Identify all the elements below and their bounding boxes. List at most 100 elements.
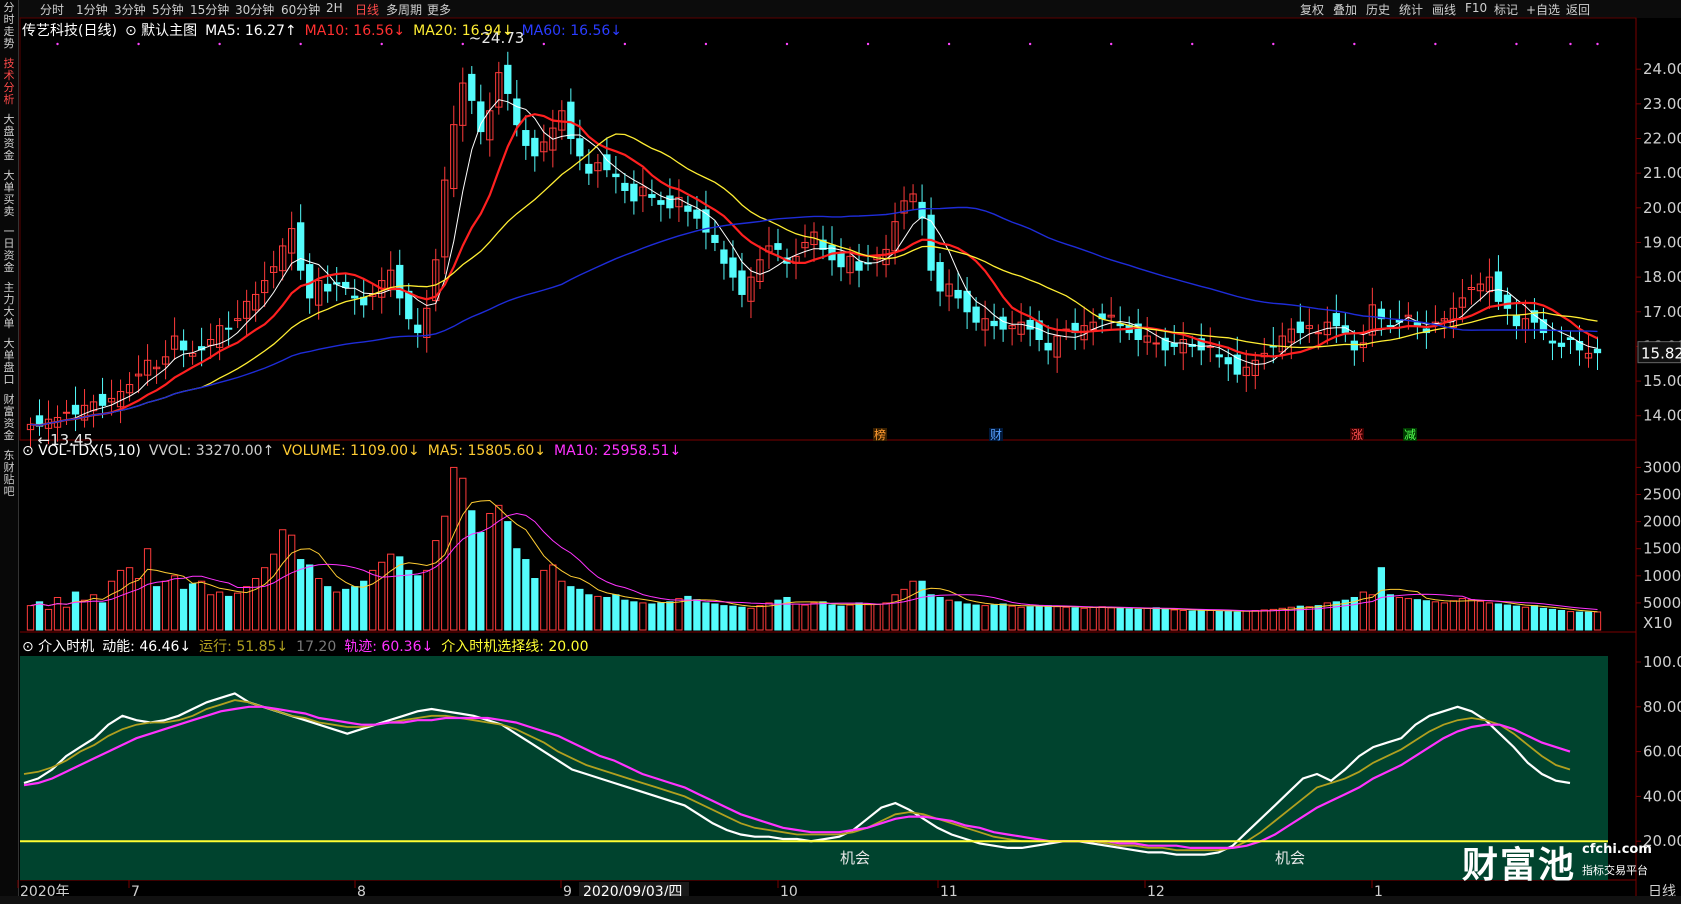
candle — [630, 183, 638, 202]
candle — [693, 209, 701, 219]
volume-bar — [1494, 603, 1503, 631]
ma-legend-item: MA5: 16.27↑ — [205, 23, 297, 39]
signal-dot — [1515, 42, 1518, 46]
candle — [990, 320, 998, 327]
volume-bar — [1557, 609, 1566, 631]
volume-bar — [333, 591, 341, 631]
ma-legend-item: MA20: 16.94↓ — [413, 23, 514, 39]
volume-bar — [342, 588, 350, 631]
volume-bar — [594, 595, 602, 631]
volume-bar — [369, 569, 377, 631]
volume-bar — [531, 578, 539, 631]
volume-bar — [1467, 599, 1476, 631]
volume-bar — [882, 602, 890, 631]
signal-dot — [623, 42, 627, 46]
template-name: ⊙ 默认主图 — [124, 23, 198, 39]
signal-dot — [380, 42, 383, 46]
candle — [612, 173, 620, 178]
vol-y-tick-label: 5000 — [1643, 594, 1681, 612]
y-tick-label: 21.00 — [1643, 164, 1681, 182]
volume-bar — [1107, 607, 1115, 631]
volume-bar — [1179, 609, 1187, 631]
volume-bar — [288, 534, 296, 631]
volume-bar — [558, 580, 566, 631]
volume-bar — [900, 588, 908, 631]
volume-bar — [396, 556, 404, 631]
candle — [224, 327, 233, 330]
volume-bar — [44, 608, 53, 631]
candle — [918, 201, 926, 219]
event-marker: 财 — [990, 428, 1002, 442]
volume-bar — [963, 603, 971, 631]
volume-bar — [630, 601, 638, 631]
vol-y-tick-label: 15000 — [1643, 540, 1681, 558]
volume-bar — [233, 592, 242, 631]
volume-bar — [1017, 606, 1025, 631]
vol-y-tick-label: 25000 — [1643, 486, 1681, 504]
volume-bar — [1098, 606, 1106, 631]
signal-dot — [947, 42, 951, 46]
candle — [711, 234, 719, 243]
volume-bar — [801, 604, 809, 631]
indicator-legend-item: 轨迹: 60.36↓ — [344, 639, 434, 655]
volume-bar — [1440, 602, 1449, 631]
volume-bar — [251, 578, 260, 631]
volume-bar — [1431, 601, 1440, 631]
volume-legend: ⊙ VOL-TDX(5,10) VVOL: 33270.00↑ VOLUME: 11… — [22, 443, 689, 459]
candle — [648, 194, 656, 198]
volume-bar — [188, 583, 197, 631]
ind-y-tick-label: 80.00 — [1643, 698, 1681, 716]
candle — [1296, 321, 1304, 334]
volume-bar — [1044, 605, 1052, 631]
y-tick-label: 24.00 — [1643, 60, 1681, 78]
event-marker: 榜 — [874, 427, 886, 442]
vol-y-tick-label: 20000 — [1643, 513, 1681, 531]
volume-bar — [53, 596, 62, 631]
volume-bar — [855, 602, 863, 631]
volume-bar — [270, 553, 278, 631]
volume-bar — [828, 604, 836, 631]
volume-bar — [432, 540, 440, 631]
vol-ma5-line — [30, 499, 1598, 613]
volume-bar — [513, 548, 521, 631]
candle — [720, 249, 728, 264]
volume-bar — [612, 594, 620, 631]
candle — [1557, 342, 1566, 347]
candle — [621, 182, 629, 191]
volume-bar — [909, 580, 917, 631]
candle — [333, 282, 341, 285]
logo-main-text: 财富池 — [1462, 844, 1577, 886]
volume-bar — [80, 599, 89, 631]
candle — [657, 200, 665, 205]
volume-bar — [170, 575, 179, 631]
volume-bar — [549, 564, 557, 631]
volume-bar — [522, 559, 530, 631]
candle — [1548, 340, 1557, 344]
volume-bar — [621, 599, 629, 631]
volume-bar — [215, 591, 224, 631]
candle — [738, 270, 746, 295]
candle — [522, 130, 530, 146]
y-tick-label: 20.00 — [1643, 199, 1681, 217]
volume-bar — [143, 548, 152, 631]
candle — [1350, 340, 1358, 351]
volume-bar — [279, 529, 287, 631]
volume-bar — [1332, 601, 1340, 631]
volume-bar — [477, 531, 485, 631]
volume-bar — [71, 591, 80, 631]
volume-bar — [1476, 600, 1485, 631]
volume-bar — [197, 580, 206, 631]
volume-bar — [1116, 607, 1124, 631]
y-tick-label: 18.00 — [1643, 268, 1681, 286]
volume-bar — [98, 602, 107, 631]
volume-bar — [756, 605, 764, 631]
volume-bar — [1449, 600, 1458, 631]
vol-ma10-line — [30, 512, 1598, 612]
volume-bar — [378, 561, 386, 631]
volume-bar — [1224, 611, 1232, 631]
candle — [999, 316, 1007, 330]
candle — [405, 290, 413, 320]
candle — [837, 252, 845, 268]
volume-bar — [990, 604, 998, 631]
candle — [729, 257, 737, 278]
